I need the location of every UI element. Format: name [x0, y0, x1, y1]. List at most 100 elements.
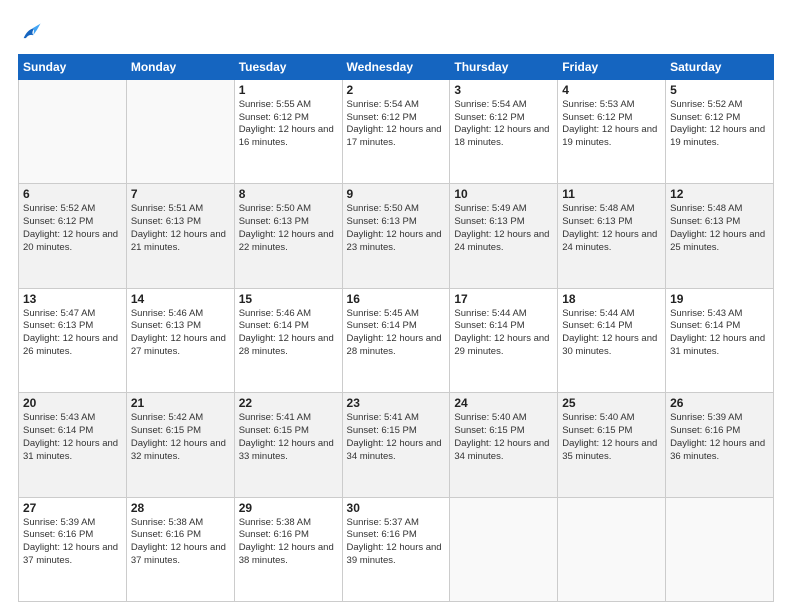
day-info: Daylight: 12 hours and 28 minutes.	[239, 333, 338, 359]
calendar-day-cell	[558, 497, 666, 601]
day-info: Sunset: 6:13 PM	[347, 216, 446, 229]
day-number: 27	[23, 501, 122, 515]
day-info: Sunrise: 5:41 AM	[347, 412, 446, 425]
calendar-day-cell	[666, 497, 774, 601]
day-number: 25	[562, 396, 661, 410]
day-info: Daylight: 12 hours and 24 minutes.	[454, 229, 553, 255]
day-number: 8	[239, 187, 338, 201]
calendar-day-cell: 4Sunrise: 5:53 AMSunset: 6:12 PMDaylight…	[558, 79, 666, 183]
calendar-day-cell: 17Sunrise: 5:44 AMSunset: 6:14 PMDayligh…	[450, 288, 558, 392]
day-info: Daylight: 12 hours and 24 minutes.	[562, 229, 661, 255]
day-number: 28	[131, 501, 230, 515]
day-number: 1	[239, 83, 338, 97]
day-info: Sunset: 6:13 PM	[454, 216, 553, 229]
day-info: Sunrise: 5:46 AM	[131, 308, 230, 321]
calendar-day-cell: 20Sunrise: 5:43 AMSunset: 6:14 PMDayligh…	[19, 393, 127, 497]
day-info: Daylight: 12 hours and 19 minutes.	[562, 124, 661, 150]
day-info: Sunrise: 5:40 AM	[562, 412, 661, 425]
day-info: Sunset: 6:12 PM	[454, 112, 553, 125]
day-number: 13	[23, 292, 122, 306]
day-info: Sunset: 6:14 PM	[454, 320, 553, 333]
calendar-day-cell: 14Sunrise: 5:46 AMSunset: 6:13 PMDayligh…	[126, 288, 234, 392]
day-info: Daylight: 12 hours and 36 minutes.	[670, 438, 769, 464]
day-info: Sunrise: 5:50 AM	[347, 203, 446, 216]
day-info: Sunset: 6:14 PM	[562, 320, 661, 333]
day-info: Daylight: 12 hours and 25 minutes.	[670, 229, 769, 255]
day-info: Sunset: 6:13 PM	[131, 320, 230, 333]
calendar-day-header: Tuesday	[234, 54, 342, 79]
day-info: Sunrise: 5:52 AM	[670, 99, 769, 112]
calendar-day-cell: 6Sunrise: 5:52 AMSunset: 6:12 PMDaylight…	[19, 184, 127, 288]
calendar-day-cell: 21Sunrise: 5:42 AMSunset: 6:15 PMDayligh…	[126, 393, 234, 497]
day-number: 15	[239, 292, 338, 306]
day-info: Daylight: 12 hours and 21 minutes.	[131, 229, 230, 255]
calendar-day-cell: 22Sunrise: 5:41 AMSunset: 6:15 PMDayligh…	[234, 393, 342, 497]
logo-bird-icon	[20, 22, 42, 44]
day-info: Sunrise: 5:38 AM	[131, 517, 230, 530]
day-info: Daylight: 12 hours and 23 minutes.	[347, 229, 446, 255]
day-info: Daylight: 12 hours and 32 minutes.	[131, 438, 230, 464]
calendar-day-cell: 16 Sunrise: 5:45 AMSunset: 6:14 PMDayligh…	[342, 288, 450, 392]
day-info: Sunset: 6:15 PM	[131, 425, 230, 438]
day-info: Sunset: 6:12 PM	[239, 112, 338, 125]
calendar-day-header: Sunday	[19, 54, 127, 79]
day-info: Sunrise: 5:45 AM	[347, 308, 446, 321]
day-info: Sunrise: 5:48 AM	[562, 203, 661, 216]
day-info: Daylight: 12 hours and 37 minutes.	[131, 542, 230, 568]
calendar-day-header: Monday	[126, 54, 234, 79]
day-number: 18	[562, 292, 661, 306]
day-info: Daylight: 12 hours and 34 minutes.	[347, 438, 446, 464]
day-info: Sunrise: 5:55 AM	[239, 99, 338, 112]
day-info: Daylight: 12 hours and 28 minutes.	[347, 333, 446, 359]
calendar-day-cell: 9Sunrise: 5:50 AMSunset: 6:13 PMDaylight…	[342, 184, 450, 288]
calendar-header-row: SundayMondayTuesdayWednesdayThursdayFrid…	[19, 54, 774, 79]
calendar-day-header: Friday	[558, 54, 666, 79]
day-number: 14	[131, 292, 230, 306]
day-info: Sunset: 6:12 PM	[670, 112, 769, 125]
calendar-week-row: 1Sunrise: 5:55 AMSunset: 6:12 PMDaylight…	[19, 79, 774, 183]
calendar-day-cell: 10Sunrise: 5:49 AMSunset: 6:13 PMDayligh…	[450, 184, 558, 288]
calendar-week-row: 20Sunrise: 5:43 AMSunset: 6:14 PMDayligh…	[19, 393, 774, 497]
calendar-day-cell: 18Sunrise: 5:44 AMSunset: 6:14 PMDayligh…	[558, 288, 666, 392]
calendar-day-cell: 1Sunrise: 5:55 AMSunset: 6:12 PMDaylight…	[234, 79, 342, 183]
day-number: 20	[23, 396, 122, 410]
day-info: Sunset: 6:14 PM	[239, 320, 338, 333]
day-info: Daylight: 12 hours and 39 minutes.	[347, 542, 446, 568]
day-number: 6	[23, 187, 122, 201]
day-info: Daylight: 12 hours and 20 minutes.	[23, 229, 122, 255]
day-number: 5	[670, 83, 769, 97]
calendar-day-cell: 29Sunrise: 5:38 AMSunset: 6:16 PMDayligh…	[234, 497, 342, 601]
calendar-day-cell: 8Sunrise: 5:50 AMSunset: 6:13 PMDaylight…	[234, 184, 342, 288]
calendar-day-cell: 30Sunrise: 5:37 AMSunset: 6:16 PMDayligh…	[342, 497, 450, 601]
day-info: Daylight: 12 hours and 29 minutes.	[454, 333, 553, 359]
day-info: Sunset: 6:13 PM	[670, 216, 769, 229]
day-info: Sunset: 6:16 PM	[670, 425, 769, 438]
day-info: Sunset: 6:15 PM	[562, 425, 661, 438]
day-info: Sunset: 6:14 PM	[347, 320, 446, 333]
calendar-day-cell	[450, 497, 558, 601]
day-info: Sunset: 6:14 PM	[670, 320, 769, 333]
day-info: Sunset: 6:15 PM	[454, 425, 553, 438]
day-info: Sunrise: 5:49 AM	[454, 203, 553, 216]
day-info: Sunrise: 5:39 AM	[670, 412, 769, 425]
day-info: Sunrise: 5:44 AM	[454, 308, 553, 321]
day-number: 2	[347, 83, 446, 97]
day-number: 29	[239, 501, 338, 515]
day-info: Sunrise: 5:50 AM	[239, 203, 338, 216]
calendar-day-cell: 11Sunrise: 5:48 AMSunset: 6:13 PMDayligh…	[558, 184, 666, 288]
day-info: Sunrise: 5:54 AM	[347, 99, 446, 112]
calendar-day-cell: 15Sunrise: 5:46 AMSunset: 6:14 PMDayligh…	[234, 288, 342, 392]
day-info: Sunrise: 5:43 AM	[670, 308, 769, 321]
day-number: 21	[131, 396, 230, 410]
day-info: Daylight: 12 hours and 34 minutes.	[454, 438, 553, 464]
calendar-day-cell: 5Sunrise: 5:52 AMSunset: 6:12 PMDaylight…	[666, 79, 774, 183]
page: SundayMondayTuesdayWednesdayThursdayFrid…	[0, 0, 792, 612]
calendar-day-header: Saturday	[666, 54, 774, 79]
day-number: 16	[347, 292, 446, 306]
day-info: Daylight: 12 hours and 17 minutes.	[347, 124, 446, 150]
day-info: Sunrise: 5:51 AM	[131, 203, 230, 216]
day-info: Sunset: 6:13 PM	[23, 320, 122, 333]
day-number: 23	[347, 396, 446, 410]
day-info: Sunrise: 5:38 AM	[239, 517, 338, 530]
day-info: Sunrise: 5:54 AM	[454, 99, 553, 112]
